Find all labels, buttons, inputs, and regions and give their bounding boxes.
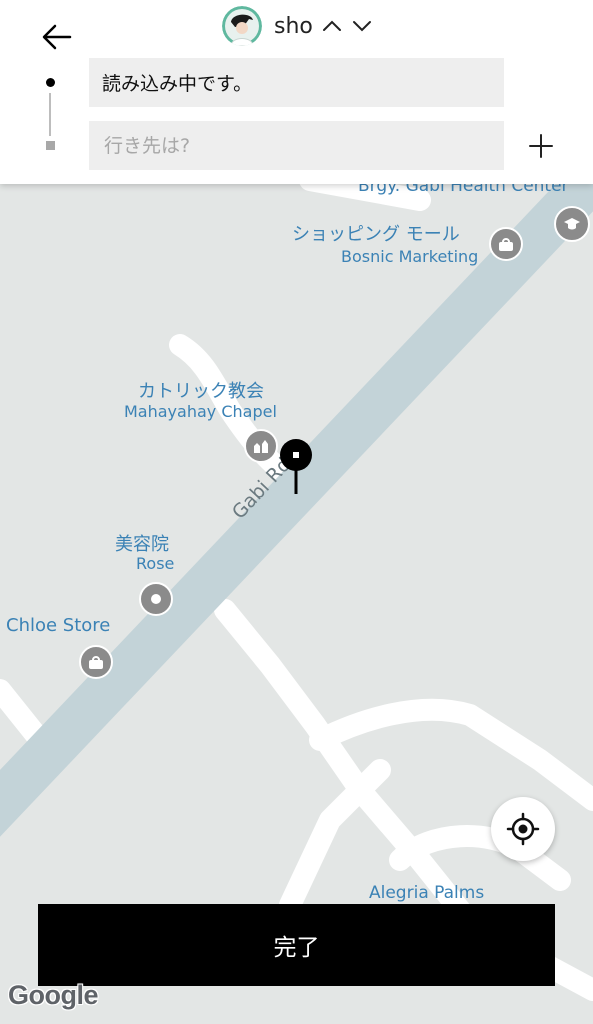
destination-field[interactable] [89, 121, 504, 170]
shopping-bag-icon [499, 237, 513, 251]
poi-icon-school[interactable] [554, 206, 590, 242]
origin-field[interactable]: 読み込み中です。 [89, 58, 504, 107]
map-pin-icon[interactable] [279, 438, 313, 496]
destination-square [46, 141, 55, 150]
arrow-left-icon[interactable] [40, 20, 74, 54]
crosshair-icon [506, 812, 540, 846]
chevron-up-icon [322, 20, 341, 31]
origin-text: 読み込み中です。 [102, 73, 253, 95]
locate-me-button[interactable] [491, 797, 555, 861]
trip-header: sho 読み込み中です。 [0, 0, 593, 184]
avatar-illustration [222, 6, 262, 46]
google-attribution: Google [8, 980, 99, 1010]
profile-switcher[interactable]: sho [222, 6, 373, 46]
route-connector [49, 93, 51, 136]
avatar [222, 6, 262, 46]
shopping-bag-icon [89, 655, 103, 669]
destination-input[interactable] [102, 133, 504, 158]
poi-icon-church[interactable] [244, 429, 278, 463]
chevron-down-icon [352, 21, 371, 32]
profile-name: sho [274, 13, 313, 39]
poi-icon-salon[interactable] [139, 582, 173, 616]
origin-dot [46, 78, 55, 87]
church-icon [254, 440, 268, 453]
poi-icon-shopping[interactable] [489, 227, 523, 261]
plus-icon[interactable] [527, 132, 555, 160]
poi-icon-store[interactable] [79, 645, 113, 679]
graduation-cap-icon [564, 218, 580, 230]
dot-icon [151, 594, 161, 604]
done-button[interactable]: 完了 [38, 904, 555, 986]
